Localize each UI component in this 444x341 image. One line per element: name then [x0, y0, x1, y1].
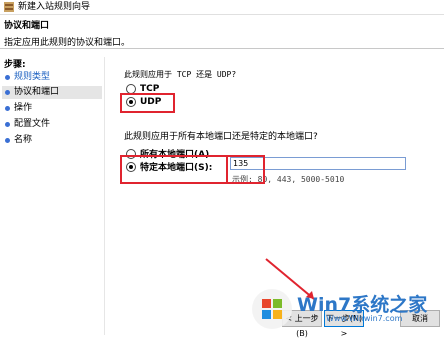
step-name[interactable]: 名称: [2, 134, 102, 147]
step-protocol-ports[interactable]: 协议和端口: [2, 86, 102, 99]
step-label: 配置文件: [14, 119, 51, 129]
firewall-icon: [4, 2, 14, 12]
protocol-question: 此规则应用于 TCP 还是 UDP?: [124, 70, 237, 79]
wizard-header: 协议和端口 指定应用此规则的协议和端口。: [0, 15, 444, 49]
step-label: 规则类型: [14, 72, 51, 82]
step-bullet-icon: [5, 106, 10, 111]
step-bullet-icon: [5, 90, 10, 95]
step-label: 名称: [14, 135, 33, 145]
step-label: 操作: [14, 103, 33, 113]
udp-highlight-box: [120, 93, 175, 113]
window-title: 新建入站规则向导: [18, 2, 91, 12]
step-bullet-icon: [5, 75, 10, 80]
watermark-brand: Win7系统之家: [297, 294, 428, 316]
port-question: 此规则应用于所有本地端口还是特定的本地端口?: [124, 132, 318, 142]
step-action[interactable]: 操作: [2, 102, 102, 115]
steps-title: 步骤:: [4, 60, 26, 70]
step-profile[interactable]: 配置文件: [2, 118, 102, 131]
step-bullet-icon: [5, 138, 10, 143]
steps-sidebar: 步骤: 规则类型 协议和端口 操作 配置文件 名称: [0, 57, 105, 335]
watermark-url: Www.Winwin7.com: [326, 314, 403, 323]
page-title: 协议和端口: [4, 21, 50, 31]
port-value-highlight-box: [226, 155, 264, 184]
step-rule-type[interactable]: 规则类型: [2, 71, 102, 84]
step-bullet-icon: [5, 122, 10, 127]
step-label: 协议和端口: [14, 87, 60, 97]
page-description: 指定应用此规则的协议和端口。: [4, 38, 131, 48]
title-bar: 新建入站规则向导: [0, 0, 444, 15]
